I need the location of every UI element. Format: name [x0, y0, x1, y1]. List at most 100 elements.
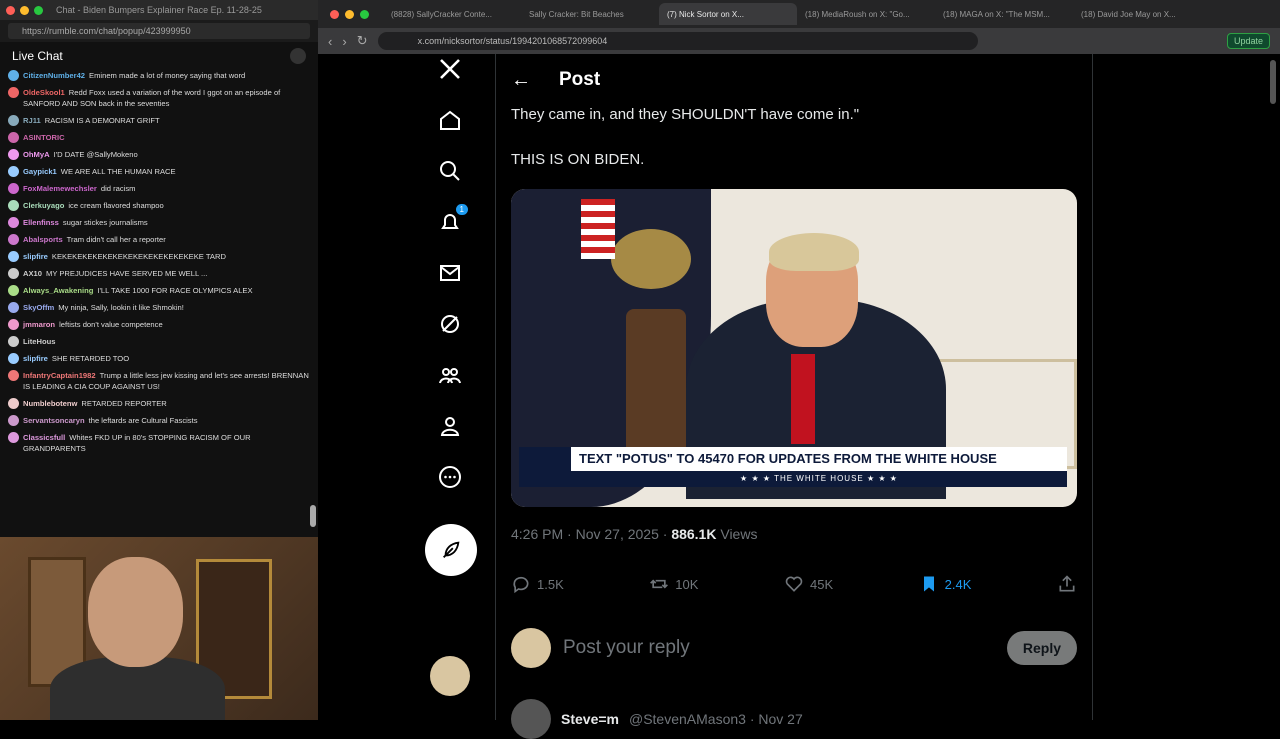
- chat-username[interactable]: Numblebotenw: [23, 399, 77, 408]
- chat-message-list[interactable]: CitizenNumber42 Eminem made a lot of mone…: [0, 70, 318, 530]
- chat-username[interactable]: Servantsoncaryn: [23, 416, 85, 425]
- next-user-name[interactable]: Steve=m: [561, 711, 619, 727]
- avatar[interactable]: [8, 336, 19, 347]
- avatar[interactable]: [8, 432, 19, 443]
- compose-post-button[interactable]: [425, 524, 477, 576]
- close-icon[interactable]: [6, 5, 15, 15]
- messages-icon[interactable]: [436, 259, 464, 287]
- avatar[interactable]: [8, 370, 19, 381]
- search-icon[interactable]: [436, 157, 464, 185]
- avatar[interactable]: [8, 132, 19, 143]
- tab-5[interactable]: (18) MAGA on X: "The MSM...: [935, 3, 1073, 25]
- more-icon[interactable]: [436, 463, 464, 491]
- address-field[interactable]: x.com/nicksortor/status/1994201068572099…: [377, 32, 978, 50]
- bookmark-action[interactable]: 2.4K: [919, 574, 971, 594]
- reply-action[interactable]: 1.5K: [511, 574, 564, 594]
- tab-2[interactable]: Sally Cracker: Bit Beaches: [521, 3, 659, 25]
- maximize-icon[interactable]: [360, 9, 369, 19]
- chat-scrollbar[interactable]: [310, 505, 316, 527]
- tab-6[interactable]: (18) David Joe May on X...: [1073, 3, 1211, 25]
- chat-username[interactable]: OldeSkool1: [23, 88, 65, 97]
- chat-username[interactable]: Always_Awakening: [23, 286, 93, 295]
- avatar[interactable]: [8, 302, 19, 313]
- chat-message: Classicsfull Whites FKD UP in 80's STOPPI…: [8, 432, 314, 454]
- avatar[interactable]: [8, 268, 19, 279]
- left-url-text[interactable]: https://rumble.com/chat/popup/423999950: [8, 23, 310, 39]
- chat-username[interactable]: Abalsports: [23, 235, 63, 244]
- account-avatar[interactable]: [430, 656, 470, 696]
- chat-message: Clerkuyago ice cream flavored shampoo: [8, 200, 314, 211]
- chat-options-icon[interactable]: [290, 48, 306, 64]
- avatar[interactable]: [8, 115, 19, 126]
- chat-username[interactable]: SkyOffm: [23, 303, 54, 312]
- chat-text: KEKEKEKEKEKEKEKEKEKEKEKEKEKEKE TARD: [51, 252, 226, 261]
- tab-3-active[interactable]: (7) Nick Sortor on X...: [659, 3, 797, 25]
- chat-username[interactable]: InfantryCaptain1982: [23, 371, 96, 380]
- avatar[interactable]: [8, 217, 19, 228]
- chat-message: FoxMalemewechsler did racism: [8, 183, 314, 194]
- avatar[interactable]: [8, 251, 19, 262]
- next-reply[interactable]: Steve=m @StevenAMason3 · Nov 27: [511, 699, 1077, 739]
- chat-username[interactable]: slipfire: [23, 252, 48, 261]
- back-arrow-icon[interactable]: ←: [511, 69, 531, 92]
- chat-username[interactable]: Ellenfinss: [23, 218, 59, 227]
- notifications-icon[interactable]: 1: [436, 204, 468, 236]
- chat-username[interactable]: FoxMalemewechsler: [23, 184, 97, 193]
- minimize-icon[interactable]: [345, 9, 354, 19]
- next-user-handle: @StevenAMason3 · Nov 27: [628, 711, 803, 727]
- tab-4[interactable]: (18) MediaRoush on X: "Go...: [797, 3, 935, 25]
- avatar[interactable]: [8, 200, 19, 211]
- share-action[interactable]: [1057, 574, 1077, 594]
- chat-message: jmmaron leftists don't value competence: [8, 319, 314, 330]
- chat-message: RJ11 RACISM IS A DEMONRAT GRIFT: [8, 115, 314, 126]
- avatar[interactable]: [8, 87, 19, 98]
- close-icon[interactable]: [330, 9, 339, 19]
- chat-username[interactable]: Gaypick1: [23, 167, 57, 176]
- chat-username[interactable]: ASINTORIC: [23, 133, 65, 142]
- avatar[interactable]: [8, 415, 19, 426]
- avatar[interactable]: [8, 353, 19, 364]
- profile-icon[interactable]: [436, 412, 464, 440]
- repost-count: 10K: [675, 576, 699, 592]
- communities-icon[interactable]: [436, 361, 464, 389]
- chat-username[interactable]: Classicsfull: [23, 433, 65, 442]
- tab-1[interactable]: (8828) SallyCracker Conte...: [383, 3, 521, 25]
- post-timestamp[interactable]: 4:26 PM · Nov 27, 2025 ·: [511, 526, 667, 542]
- avatar[interactable]: [8, 398, 19, 409]
- chat-username[interactable]: CitizenNumber42: [23, 71, 85, 80]
- avatar[interactable]: [8, 234, 19, 245]
- post-video[interactable]: TEXT "POTUS" TO 45470 FOR UPDATES FROM T…: [511, 189, 1077, 507]
- chat-username[interactable]: Clerkuyago: [23, 201, 64, 210]
- update-button[interactable]: Update: [1226, 33, 1270, 49]
- avatar[interactable]: [8, 183, 19, 194]
- avatar[interactable]: [8, 319, 19, 330]
- grok-icon[interactable]: [436, 310, 464, 338]
- page-scrollbar[interactable]: [1270, 60, 1276, 104]
- avatar[interactable]: [8, 70, 19, 81]
- chat-username[interactable]: RJ11: [23, 116, 41, 125]
- minimize-icon[interactable]: [20, 5, 29, 15]
- avatar[interactable]: [8, 166, 19, 177]
- chat-username[interactable]: jmmaron: [23, 320, 55, 329]
- chyron-banner: TEXT "POTUS" TO 45470 FOR UPDATES FROM T…: [519, 447, 1067, 487]
- reply-input[interactable]: Post your reply: [563, 637, 995, 659]
- avatar[interactable]: [8, 285, 19, 296]
- reply-button[interactable]: Reply: [1006, 631, 1077, 665]
- x-logo-icon[interactable]: [436, 55, 464, 83]
- tab-bar: (8828) SallyCracker Conte... Sally Crack…: [318, 0, 1280, 28]
- chat-username[interactable]: OhMyA: [23, 150, 50, 159]
- chat-text: sugar stickes journalisms: [62, 218, 148, 227]
- home-icon[interactable]: [436, 106, 464, 134]
- back-icon[interactable]: ‹: [328, 34, 332, 49]
- chat-username[interactable]: LiteHous: [23, 337, 56, 346]
- avatar[interactable]: [8, 149, 19, 160]
- reload-icon[interactable]: ↻: [357, 33, 368, 49]
- chat-message: Gaypick1 WE ARE ALL THE HUMAN RACE: [8, 166, 314, 177]
- maximize-icon[interactable]: [34, 5, 43, 15]
- left-url-bar[interactable]: https://rumble.com/chat/popup/423999950: [0, 20, 318, 42]
- like-action[interactable]: 45K: [784, 574, 833, 594]
- chat-username[interactable]: AX10: [23, 269, 42, 278]
- forward-icon[interactable]: ›: [342, 34, 346, 49]
- chat-username[interactable]: slipfire: [23, 354, 48, 363]
- repost-action[interactable]: 10K: [649, 574, 698, 594]
